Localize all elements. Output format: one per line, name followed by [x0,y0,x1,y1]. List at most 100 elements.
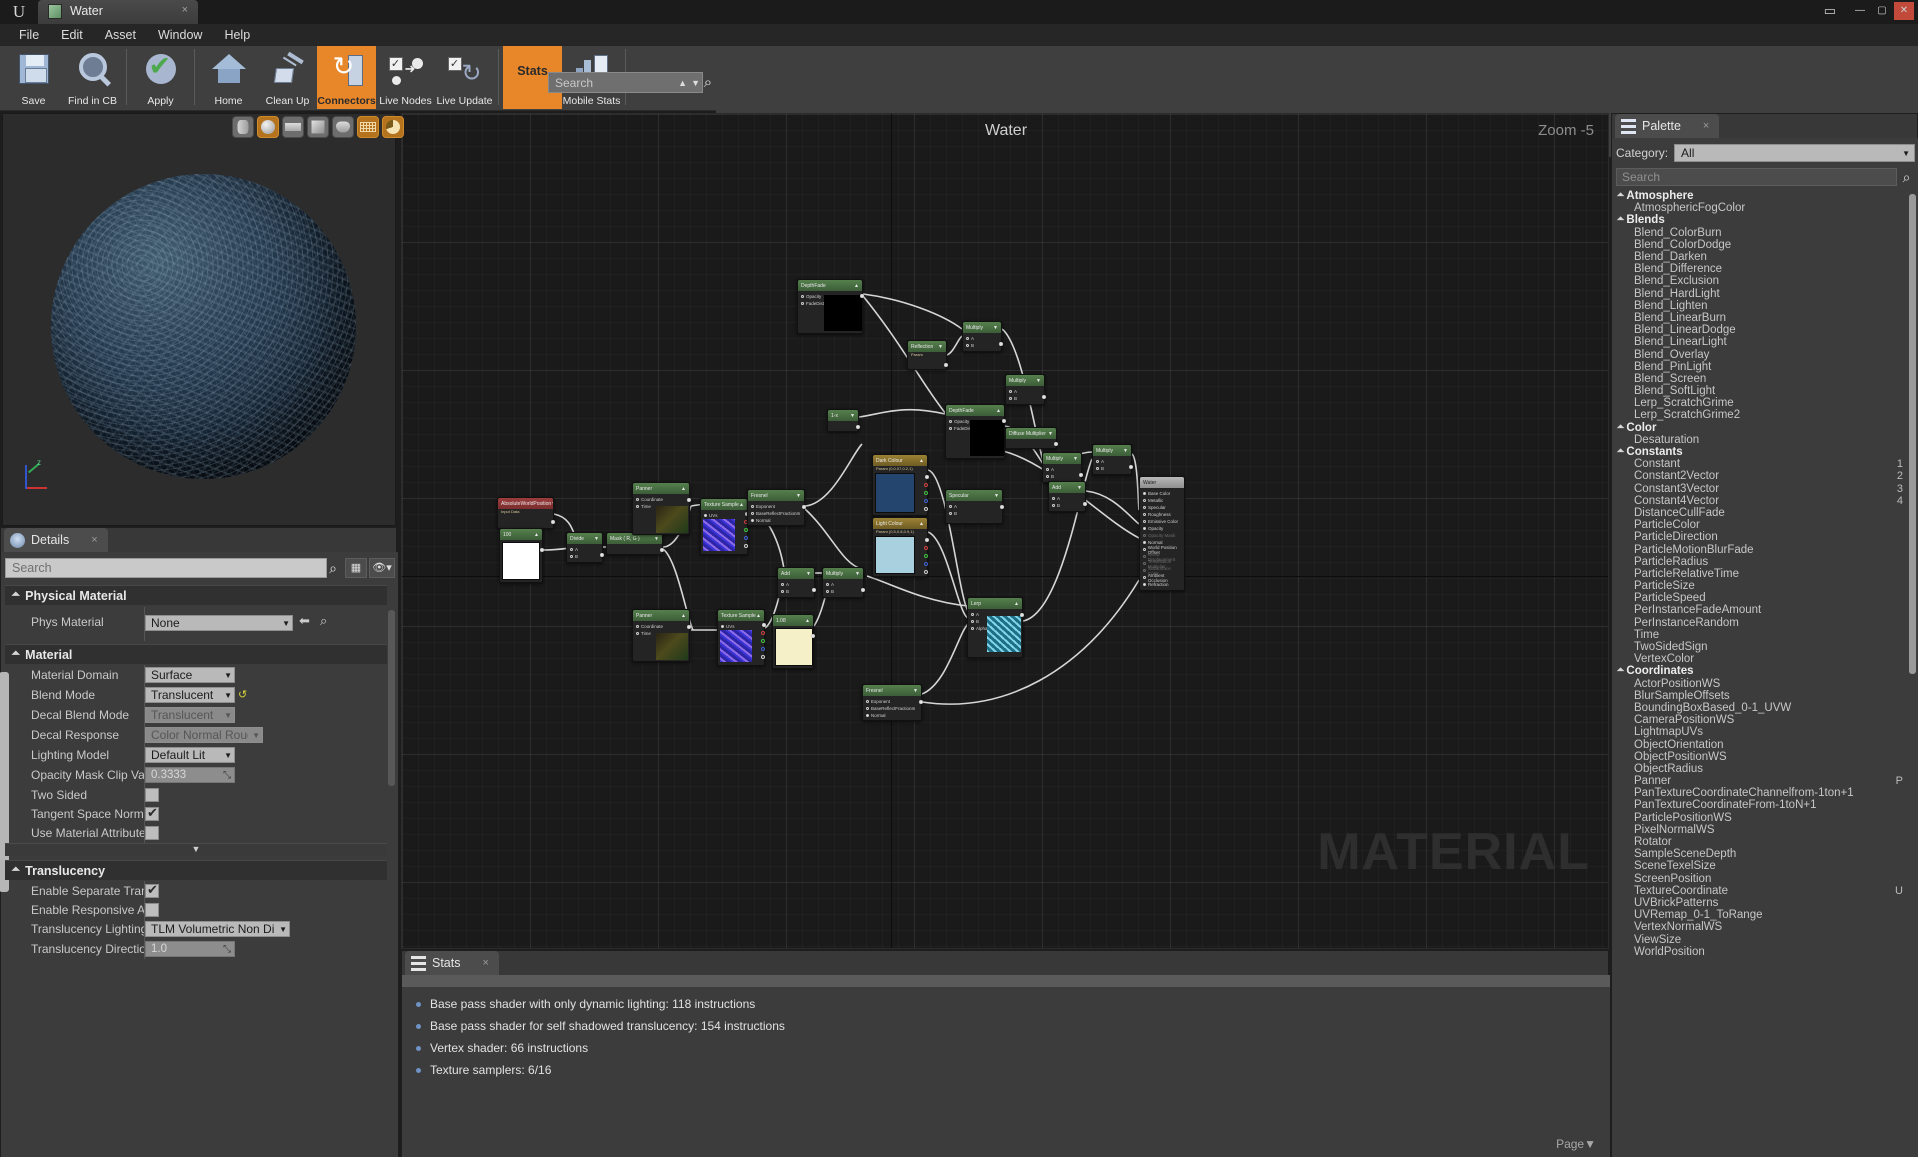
chevron-down-icon[interactable]: ▼ [654,536,659,542]
palette-item[interactable]: SceneTexelSize [1612,860,1918,872]
chevron-up-icon[interactable]: ▲ [996,408,1001,414]
node-output-pin[interactable] [861,588,865,592]
chevron-down-icon[interactable]: ▼ [993,325,998,331]
chevron-down-icon[interactable]: ▼ [551,501,553,507]
palette-item[interactable]: Blend_Overlay [1612,348,1918,361]
node-output-b[interactable] [924,499,928,503]
node-input-pin[interactable]: Alpha [976,626,988,631]
node-input-pin[interactable]: UVs [726,624,735,629]
node-panner-1[interactable]: Panner ▲ Coordinate Time [632,482,691,535]
connectors-button[interactable]: Connectors [317,46,376,109]
node-light-colour-param[interactable]: Light Colour ▲ Param (0.5,0.8,0.9,1) [872,517,929,577]
chevron-up-icon[interactable]: ▲ [854,283,859,289]
palette-item[interactable]: BlurSampleOffsets [1612,690,1918,702]
node-input-pin[interactable]: BaseReflectFractionIn [871,706,915,711]
palette-item[interactable]: ParticleSpeed [1612,592,1918,604]
node-constant-108[interactable]: 1.08 ▲ [772,614,815,669]
node-input-pin[interactable]: UVs [709,513,718,518]
spinner-icon[interactable]: ⤡ [223,944,231,955]
node-input-pin[interactable]: A [1051,467,1054,472]
node-diffuse-multiplier-param[interactable]: Diffuse Multiplier ▼ [1005,427,1058,449]
node-input-pin[interactable]: A [976,612,979,617]
page-selector[interactable]: Page▼ [1556,1137,1596,1151]
grid-view-icon[interactable]: ▦ [345,558,367,578]
menu-window[interactable]: Window [147,26,213,44]
palette-group-coordinates[interactable]: ◤ Coordinates [1612,665,1918,677]
palette-group-blends[interactable]: ◤ Blends [1612,214,1918,226]
palette-item[interactable]: PanTextureCoordinateChannelfrom-1ton+1 [1612,787,1918,799]
node-output-pin[interactable] [1020,613,1024,617]
node-output-pin[interactable] [811,634,815,638]
node-input-pin[interactable]: Time [641,504,651,509]
teapot-preview-button[interactable] [332,116,354,138]
palette-item[interactable]: LightmapUVs [1612,726,1918,738]
palette-item[interactable]: WorldPosition [1612,946,1918,958]
palette-item[interactable]: ParticleColor [1612,519,1918,531]
node-output-pin[interactable] [687,498,691,502]
node-output-g[interactable] [924,491,928,495]
palette-item[interactable]: ParticleSize [1612,580,1918,592]
translucency-directional-lighting-field[interactable]: 1.0 ⤡ [145,941,235,957]
chevron-down-icon[interactable]: ▼ [594,536,599,542]
palette-item[interactable]: PanTextureCoordinateFrom-1toN+1 [1612,799,1918,811]
chevron-down-icon[interactable]: ▼ [1073,456,1078,462]
clean-up-button[interactable]: Clean Up [258,46,317,109]
output-pin-metallic[interactable]: Metallic [1148,498,1163,503]
material-graph-canvas[interactable]: Water Zoom -5 MATERIAL AbsoluteWorldPosi… [401,113,1609,949]
node-input-pin[interactable]: B [575,554,578,559]
palette-item[interactable]: Blend_Lighten [1612,300,1918,312]
node-input-pin[interactable]: A [575,547,578,552]
realtime-toggle-button[interactable] [382,116,404,138]
node-input-pin[interactable]: B [971,343,974,348]
node-input-pin[interactable]: Coordinate [641,624,663,629]
palette-item[interactable]: TextureCoordinate U [1612,885,1918,897]
close-window-button[interactable]: ✕ [1894,2,1914,20]
eye-icon[interactable]: 👁▾ [369,558,395,578]
palette-item[interactable]: Constant3Vector 3 [1612,483,1918,495]
node-one-minus-x[interactable]: 1-x ▼ [827,409,860,432]
search-icon[interactable]: ⌕ [1897,168,1916,186]
palette-item[interactable]: Panner P [1612,775,1918,787]
node-output-pin[interactable] [812,588,816,592]
node-input-pin[interactable]: B [831,589,834,594]
search-prev-icon[interactable]: ▲ [676,78,689,88]
palette-item[interactable]: ViewSize [1612,933,1918,946]
node-input-pin[interactable]: Coordinate [641,497,663,502]
node-depth-fade-2[interactable]: DepthFade ▲ Opacity FadeDistance [945,404,1006,459]
material-preview-viewport[interactable]: z [2,113,396,526]
node-output-pin[interactable] [856,425,860,429]
palette-item[interactable]: DistanceCullFade [1612,507,1918,519]
node-output-a[interactable] [924,570,928,574]
node-output-pin[interactable] [1042,395,1046,399]
node-input-pin[interactable]: Normal [871,713,886,718]
palette-item[interactable]: ParticleDirection [1612,531,1918,543]
palette-search-input[interactable]: Search [1616,168,1897,186]
node-input-pin[interactable]: B [786,589,789,594]
node-output-g[interactable] [744,528,748,532]
node-input-pin[interactable]: A [1101,459,1104,464]
plane-preview-button[interactable] [282,116,304,138]
node-output-pin[interactable] [762,623,766,627]
palette-item[interactable]: UVBrickPatterns [1612,897,1918,909]
node-mask-rg[interactable]: Mask ( R, G ) ▼ [606,532,664,555]
output-pin-base-color[interactable]: Base Color [1148,491,1170,496]
node-specular-group[interactable]: Specular ▼ A B [945,489,1004,524]
chevron-up-icon[interactable]: ▲ [681,486,686,492]
chevron-up-icon[interactable]: ▲ [681,613,686,619]
chevron-up-icon[interactable]: ▲ [919,458,924,464]
chevron-up-icon[interactable]: ▲ [739,502,744,508]
live-nodes-button[interactable]: ✓ ➜ Live Nodes [376,46,435,109]
node-output-pin[interactable] [1054,442,1058,446]
node-input-pin[interactable]: A [971,336,974,341]
maximize-button[interactable]: ▢ [1872,2,1892,20]
translucency-lighting-mode-combo[interactable]: TLM Volumetric Non Directional ▼ [145,921,290,937]
node-input-pin[interactable]: A [1014,389,1017,394]
chevron-down-icon[interactable]: ▼ [850,413,855,419]
node-output-pin[interactable] [925,538,929,542]
palette-item[interactable]: PerInstanceFadeAmount [1612,604,1918,616]
grid-toggle-button[interactable] [357,116,379,138]
palette-item[interactable]: Desaturation [1612,434,1918,446]
palette-tab[interactable]: Palette × [1615,114,1720,138]
node-output-pin[interactable] [600,553,604,557]
node-fresnel-1[interactable]: Fresnel ▼ Exponent BaseReflectFractionIn … [862,684,923,721]
